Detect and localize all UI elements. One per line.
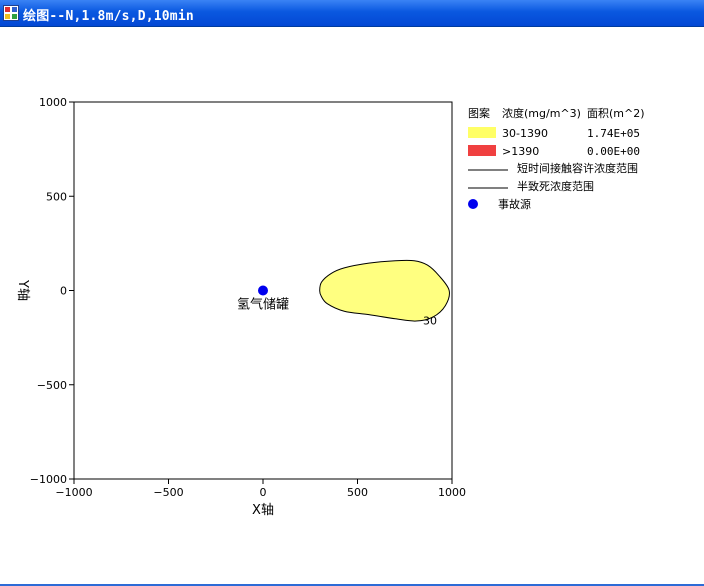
x-tick-label: −1000 [55,486,92,499]
legend-swatch [468,145,496,156]
legend-range: >1390 [502,145,539,158]
legend-header-area: 面积(m^2) [587,107,645,120]
legend: 图案 浓度(mg/m^3) 面积(m^2) 30-1390 1.74E+05 >1390 0… [468,106,645,211]
legend-swatch [468,127,496,138]
y-tick-label: −1000 [30,473,67,486]
x-tick-label: 1000 [438,486,466,499]
y-tick-label: −500 [37,379,67,392]
legend-range: 30-1390 [502,127,548,140]
legend-area-value: 0.00E+00 [587,145,640,158]
y-axis-title: Y轴 [15,279,30,301]
x-tick-label: 500 [347,486,368,499]
x-tick-label: −500 [153,486,183,499]
legend-header-concentration: 浓度(mg/m^3) [502,106,581,120]
legend-header-pattern: 图案 [468,106,490,120]
chart: 30 −1000 −500 0 500 1000 1000 500 0 −500 −1000 氢气… [15,96,645,518]
source-layer: 氢气储罐 [237,285,289,313]
legend-source-label: 事故源 [498,197,531,211]
contour-region [319,259,450,322]
contour-level-label: 30 [423,315,437,328]
y-tick-label: 0 [60,285,67,298]
x-tick-label: 0 [260,486,267,499]
contour-layer: 30 [319,259,450,328]
legend-area-value: 1.74E+05 [587,127,640,140]
legend-line-label: 半致死浓度范围 [517,179,594,193]
source-label: 氢气储罐 [237,297,289,313]
y-tick-label: 500 [46,190,67,203]
x-axis-title: X轴 [252,503,274,518]
legend-source-marker [468,199,478,209]
source-point [258,285,268,296]
legend-line-label: 短时间接触容许浓度范围 [517,161,638,175]
y-tick-label: 1000 [39,96,67,109]
